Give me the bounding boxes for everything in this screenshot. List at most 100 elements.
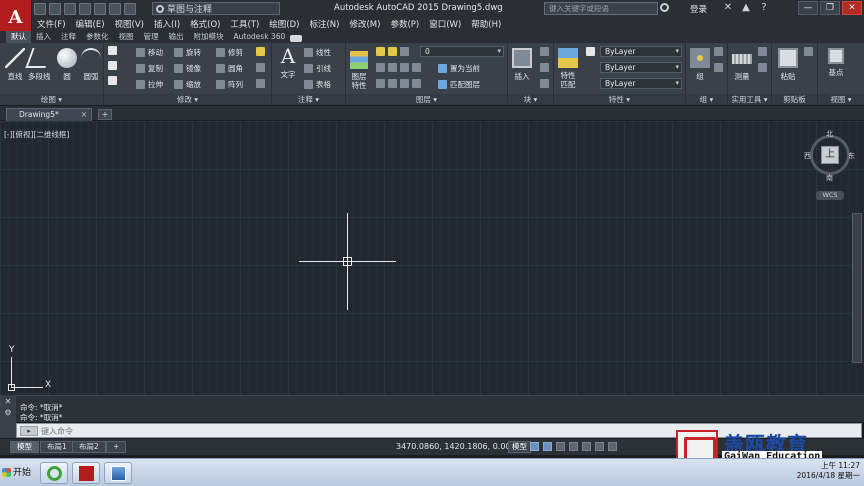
osnap-icon[interactable] <box>582 442 591 451</box>
tab-view[interactable]: 视图 <box>114 31 139 43</box>
tab-manage[interactable]: 管理 <box>139 31 164 43</box>
table-button[interactable]: 表格 <box>304 79 331 90</box>
command-prompt-icon[interactable]: ▸ <box>20 426 38 436</box>
lineweight-dropdown[interactable]: ByLayer <box>600 78 682 89</box>
tab-default[interactable]: 默认 <box>6 31 31 43</box>
annotation-panel-title[interactable]: 注释 ▾ <box>272 94 345 105</box>
groups-panel-title[interactable]: 组 ▾ <box>686 94 727 105</box>
viewcube[interactable]: 上 北 南 西 东 <box>804 129 856 185</box>
calc-tool[interactable] <box>758 47 767 56</box>
command-input[interactable] <box>41 425 641 437</box>
add-layout-button[interactable]: + <box>106 441 127 453</box>
search-input[interactable]: 键入关键字或短语 <box>544 2 658 15</box>
line-button[interactable]: 直线 <box>5 48 25 82</box>
layer-on-icon[interactable] <box>376 79 385 88</box>
menu-view[interactable]: 视图(V) <box>110 18 149 30</box>
exchange-icon[interactable]: ✕ <box>722 2 734 14</box>
sun-icon[interactable] <box>388 47 397 56</box>
draw-panel-title[interactable]: 绘图 ▾ <box>0 94 103 105</box>
polyline-button[interactable]: 多段线 <box>25 48 53 82</box>
bulb-icon[interactable] <box>376 47 385 56</box>
linear-dim-button[interactable]: 线性 <box>304 47 331 58</box>
maximize-button[interactable]: ❐ <box>820 1 840 15</box>
menu-dimension[interactable]: 标注(N) <box>304 18 344 30</box>
mirror-button[interactable]: 镜像 <box>174 63 201 74</box>
tab-layout1[interactable]: 布局1 <box>40 441 74 453</box>
ungroup-tool[interactable] <box>714 47 723 56</box>
application-menu-button[interactable]: A <box>0 0 32 34</box>
copy-clip-tool[interactable] <box>804 47 813 56</box>
save-as-icon[interactable] <box>79 2 91 15</box>
workspace-dropdown[interactable]: 草图与注释 <box>152 2 280 15</box>
command-line-grip[interactable]: ✕ ⚙ <box>0 395 16 440</box>
menu-edit[interactable]: 编辑(E) <box>71 18 110 30</box>
compass-south[interactable]: 南 <box>826 173 833 183</box>
taskbar-refresh-app[interactable] <box>40 462 68 484</box>
fillet-button[interactable]: 圆角 <box>216 63 243 74</box>
cursor-coordinates[interactable]: 3470.0860, 1420.1806, 0.0000 <box>396 442 521 451</box>
rotate-button[interactable]: 旋转 <box>174 47 201 58</box>
block-panel-title[interactable]: 块 ▾ <box>508 94 553 105</box>
base-view-button[interactable]: 基点 <box>828 48 844 78</box>
menu-modify[interactable]: 修改(M) <box>344 18 385 30</box>
tab-annotate[interactable]: 注释 <box>56 31 81 43</box>
tab-insert[interactable]: 插入 <box>31 31 56 43</box>
redo-icon[interactable] <box>124 2 136 15</box>
tab-a360[interactable]: Autodesk 360 <box>229 31 291 43</box>
erase-tool[interactable] <box>256 47 265 56</box>
login-button[interactable]: 登录 <box>690 3 707 15</box>
layers-panel-title[interactable]: 图层 ▾ <box>346 94 507 105</box>
layer-freeze-icon[interactable] <box>400 63 409 72</box>
help-icon[interactable]: ? <box>758 2 770 14</box>
system-tray-clock[interactable]: 上午 11:27 2016/4/18 星期一 <box>797 461 860 481</box>
circle-button[interactable]: 圆 <box>57 48 77 82</box>
otrack-icon[interactable] <box>595 442 604 451</box>
grid-icon[interactable] <box>530 442 539 451</box>
clipboard-panel-title[interactable]: 剪贴板 <box>772 94 817 105</box>
offset-tool[interactable] <box>256 79 265 88</box>
arc-button[interactable]: 圆弧 <box>81 48 101 82</box>
modify-panel-title[interactable]: 修改 ▾ <box>104 94 271 105</box>
polar-icon[interactable] <box>569 442 578 451</box>
model-space-button[interactable]: 模型 <box>508 441 531 453</box>
menu-draw[interactable]: 绘图(D) <box>264 18 304 30</box>
close-button[interactable]: ✕ <box>842 1 862 15</box>
ribbon-toggle-icon[interactable] <box>290 34 303 42</box>
new-icon[interactable] <box>34 2 46 15</box>
minimize-button[interactable]: — <box>798 1 818 15</box>
group-edit-tool[interactable] <box>714 63 723 72</box>
taskbar-autocad[interactable] <box>72 462 100 484</box>
tab-addins[interactable]: 附加模块 <box>189 31 229 43</box>
user-icon[interactable]: ▲ <box>740 2 752 14</box>
region-tool[interactable] <box>108 76 117 85</box>
viewport-controls[interactable]: [-][俯视][二维线框] <box>4 129 69 140</box>
layer-properties-button[interactable]: 图层 特性 <box>350 51 368 90</box>
close-command-icon[interactable]: ✕ <box>0 397 16 406</box>
lock-icon[interactable] <box>400 47 409 56</box>
ortho-icon[interactable] <box>556 442 565 451</box>
insert-block-button[interactable]: 插入 <box>512 48 532 82</box>
compass-north[interactable]: 北 <box>826 129 833 139</box>
wrench-icon[interactable]: ⚙ <box>0 408 16 417</box>
color-dropdown[interactable]: ByLayer <box>600 46 682 57</box>
new-tab-button[interactable]: + <box>98 109 112 120</box>
layer-isolate-icon[interactable] <box>388 63 397 72</box>
menu-tools[interactable]: 工具(T) <box>225 18 264 30</box>
create-block-tool[interactable] <box>540 47 549 56</box>
linetype-dropdown[interactable]: ByLayer <box>600 62 682 73</box>
tab-parametric[interactable]: 参数化 <box>81 31 114 43</box>
text-button[interactable]: A 文字 <box>278 46 298 80</box>
compass-east[interactable]: 东 <box>848 151 855 161</box>
menu-insert[interactable]: 插入(I) <box>149 18 185 30</box>
paste-button[interactable]: 粘贴 <box>778 48 798 82</box>
rect-tool[interactable] <box>108 46 117 55</box>
menu-help[interactable]: 帮助(H) <box>466 18 506 30</box>
tab-layout2[interactable]: 布局2 <box>72 441 106 453</box>
view-panel-title[interactable]: 视图 ▾ <box>818 94 864 105</box>
stretch-button[interactable]: 拉伸 <box>136 79 163 90</box>
wcs-menu[interactable]: WCS <box>816 191 844 200</box>
measure-button[interactable]: 测量 <box>732 48 752 82</box>
drawing-area[interactable]: [-][俯视][二维线框] Y X 上 北 南 西 东 WCS <box>0 121 864 395</box>
explode-tool[interactable] <box>256 63 265 72</box>
compass-west[interactable]: 西 <box>804 151 811 161</box>
